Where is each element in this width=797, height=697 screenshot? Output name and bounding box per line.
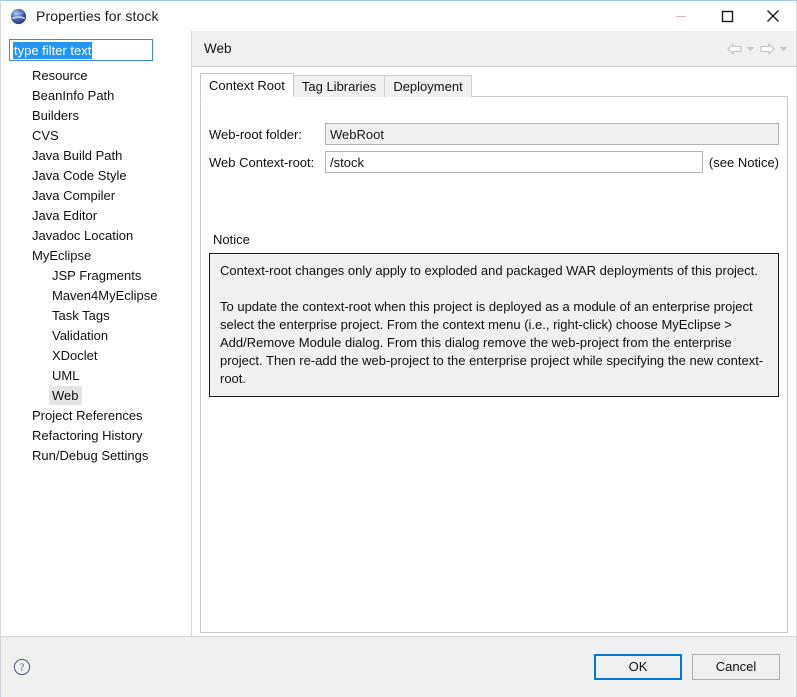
context-root-form: Web-root folder: Web Context-root: (see … — [209, 123, 779, 179]
settings-pane: Web — [192, 31, 796, 636]
window-title: Properties for stock — [36, 8, 159, 24]
tab-panel-context-root: Web-root folder: Web Context-root: (see … — [200, 96, 788, 633]
tree-item-uml[interactable]: UML — [1, 365, 183, 385]
help-icon[interactable]: ? — [13, 658, 31, 676]
web-context-root-row: Web Context-root: (see Notice) — [209, 151, 779, 173]
back-button[interactable] — [724, 38, 744, 60]
pane-header: Web — [192, 31, 796, 67]
tree-item-jsp-fragments[interactable]: JSP Fragments — [1, 265, 183, 285]
notice-paragraph: Context-root changes only apply to explo… — [220, 262, 768, 280]
svg-text:?: ? — [20, 663, 25, 674]
tree-item-task-tags[interactable]: Task Tags — [1, 305, 183, 325]
tab-tag-libraries[interactable]: Tag Libraries — [293, 75, 385, 97]
tree-item-refactoring-history[interactable]: Refactoring History — [1, 425, 183, 445]
tree-item-label: MyEclipse — [29, 246, 94, 265]
tree-item-java-build-path[interactable]: Java Build Path — [1, 145, 183, 165]
tree-item-java-code-style[interactable]: Java Code Style — [1, 165, 183, 185]
dialog-footer: ? OK Cancel — [1, 636, 796, 697]
properties-dialog: Properties for stock type filter te — [0, 0, 797, 697]
tree-item-label: Java Editor — [29, 206, 100, 225]
web-context-root-label: Web Context-root: — [209, 155, 325, 170]
tree-item-label: Task Tags — [49, 306, 113, 325]
tree-item-label: UML — [49, 366, 82, 385]
tree-item-java-editor[interactable]: Java Editor — [1, 205, 183, 225]
tree-item-label: Maven4MyEclipse — [49, 286, 161, 305]
see-notice-label: (see Notice) — [709, 155, 779, 170]
ok-button[interactable]: OK — [594, 654, 682, 680]
web-context-root-input[interactable] — [325, 151, 703, 173]
web-root-folder-label: Web-root folder: — [209, 127, 325, 142]
navigation-buttons — [724, 31, 790, 66]
tree-item-label: Run/Debug Settings — [29, 446, 151, 465]
tree-item-validation[interactable]: Validation — [1, 325, 183, 345]
minimize-button[interactable] — [658, 1, 704, 31]
notice-group-label: Notice — [213, 232, 250, 247]
tree-item-label: Web — [49, 386, 82, 405]
tab-strip[interactable]: Context RootTag LibrariesDeployment — [200, 73, 471, 97]
close-button[interactable] — [750, 1, 796, 31]
tree-item-javadoc-location[interactable]: Javadoc Location — [1, 225, 183, 245]
dialog-button-group: OK Cancel — [594, 654, 780, 680]
tree-item-label: Resource — [29, 66, 91, 85]
web-root-folder-input — [325, 123, 779, 145]
filter-input[interactable]: type filter text — [9, 39, 153, 61]
tree-item-label: BeanInfo Path — [29, 86, 117, 105]
tab-deployment[interactable]: Deployment — [384, 75, 471, 97]
maximize-button[interactable] — [704, 1, 750, 31]
tree-item-beaninfo-path[interactable]: BeanInfo Path — [1, 85, 183, 105]
forward-button[interactable] — [757, 38, 777, 60]
notice-text-box: Context-root changes only apply to explo… — [209, 253, 779, 397]
title-bar: Properties for stock — [1, 1, 796, 31]
tree-item-label: Project References — [29, 406, 146, 425]
cancel-button[interactable]: Cancel — [692, 654, 780, 680]
tree-item-label: Java Code Style — [29, 166, 130, 185]
eclipse-sphere-icon — [10, 8, 27, 25]
settings-tree[interactable]: ResourceBeanInfo PathBuildersCVSJava Bui… — [1, 65, 183, 636]
tree-item-cvs[interactable]: CVS — [1, 125, 183, 145]
tree-item-label: Java Compiler — [29, 186, 118, 205]
back-history-dropdown[interactable] — [744, 38, 757, 60]
tab-context-root[interactable]: Context Root — [200, 73, 294, 97]
tree-item-maven4myeclipse[interactable]: Maven4MyEclipse — [1, 285, 183, 305]
tree-item-label: JSP Fragments — [49, 266, 144, 285]
tree-item-label: Validation — [49, 326, 111, 345]
window-controls — [658, 1, 796, 31]
page-title: Web — [204, 41, 232, 56]
tree-item-label: CVS — [29, 126, 62, 145]
tree-item-resource[interactable]: Resource — [1, 65, 183, 85]
tree-item-myeclipse[interactable]: MyEclipse — [1, 245, 183, 265]
notice-paragraph: To update the context-root when this pro… — [220, 298, 768, 388]
tree-item-xdoclet[interactable]: XDoclet — [1, 345, 183, 365]
tree-item-run-debug-settings[interactable]: Run/Debug Settings — [1, 445, 183, 465]
web-root-folder-row: Web-root folder: — [209, 123, 779, 145]
tree-item-label: XDoclet — [49, 346, 101, 365]
tree-item-label: Builders — [29, 106, 82, 125]
tree-item-java-compiler[interactable]: Java Compiler — [1, 185, 183, 205]
tree-item-label: Refactoring History — [29, 426, 146, 445]
tree-item-builders[interactable]: Builders — [1, 105, 183, 125]
tree-item-label: Javadoc Location — [29, 226, 136, 245]
tree-item-label: Java Build Path — [29, 146, 125, 165]
tree-item-web[interactable]: Web — [1, 385, 183, 405]
forward-history-dropdown[interactable] — [777, 38, 790, 60]
tree-item-project-references[interactable]: Project References — [1, 405, 183, 425]
filter-input-value: type filter text — [13, 42, 92, 59]
